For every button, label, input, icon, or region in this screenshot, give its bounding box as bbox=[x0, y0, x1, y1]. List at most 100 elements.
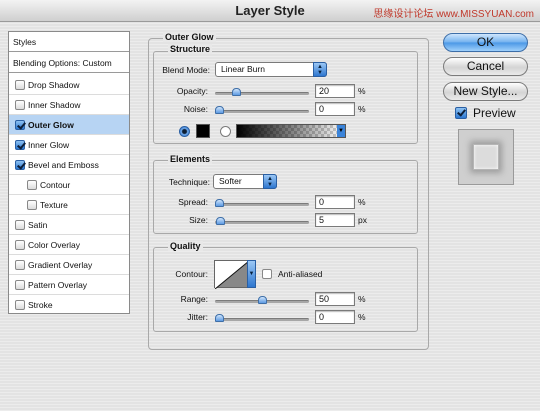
title-bar: Layer Style 思缘设计论坛 www.MISSYUAN.com bbox=[0, 0, 540, 22]
new-style-button[interactable]: New Style... bbox=[443, 82, 528, 101]
contour-picker[interactable]: ▼ bbox=[214, 260, 256, 290]
updown-arrows-icon: ▲ ▼ bbox=[263, 174, 277, 189]
style-item-satin[interactable]: Satin bbox=[9, 215, 129, 235]
styles-header[interactable]: Styles bbox=[9, 32, 129, 52]
solid-color-radio[interactable] bbox=[179, 126, 190, 137]
style-item-label: Outer Glow bbox=[28, 120, 74, 130]
style-item-pattern-overlay[interactable]: Pattern Overlay bbox=[9, 275, 129, 295]
opacity-input[interactable]: 20 bbox=[315, 84, 355, 98]
style-preview-thumbnail bbox=[458, 129, 514, 185]
texture-checkbox[interactable] bbox=[27, 200, 37, 210]
ok-button[interactable]: OK bbox=[443, 33, 528, 52]
technique-value: Softer bbox=[219, 176, 242, 186]
contour-checkbox[interactable] bbox=[27, 180, 37, 190]
opacity-unit: % bbox=[358, 86, 366, 96]
opacity-slider-thumb[interactable] bbox=[232, 88, 241, 96]
drop-shadow-checkbox[interactable] bbox=[15, 80, 25, 90]
opacity-label: Opacity: bbox=[176, 86, 208, 96]
blending-options-item[interactable]: Blending Options: Custom bbox=[9, 53, 129, 73]
spread-unit: % bbox=[358, 197, 366, 207]
style-item-bevel-emboss[interactable]: Bevel and Emboss bbox=[9, 155, 129, 175]
quality-title: Quality bbox=[168, 241, 203, 251]
inner-shadow-checkbox[interactable] bbox=[15, 100, 25, 110]
spread-slider-thumb[interactable] bbox=[215, 199, 224, 207]
style-item-label: Pattern Overlay bbox=[28, 280, 88, 290]
gradient-overlay-checkbox[interactable] bbox=[15, 260, 25, 270]
blend-mode-label: Blend Mode: bbox=[162, 65, 210, 75]
preview-swatch bbox=[473, 144, 499, 170]
jitter-input[interactable]: 0 bbox=[315, 310, 355, 324]
watermark-text: 思缘设计论坛 www.MISSYUAN.com bbox=[373, 9, 534, 20]
style-item-gradient-overlay[interactable]: Gradient Overlay bbox=[9, 255, 129, 275]
style-item-label: Gradient Overlay bbox=[28, 260, 93, 270]
bevel-emboss-checkbox[interactable] bbox=[15, 160, 25, 170]
satin-checkbox[interactable] bbox=[15, 220, 25, 230]
size-slider-thumb[interactable] bbox=[216, 217, 225, 225]
contour-label: Contour: bbox=[175, 269, 208, 279]
style-item-label: Satin bbox=[28, 220, 48, 230]
technique-label: Technique: bbox=[168, 177, 210, 187]
size-label: Size: bbox=[189, 215, 208, 225]
style-item-label: Stroke bbox=[28, 300, 53, 310]
anti-aliased-checkbox[interactable] bbox=[262, 269, 272, 279]
blending-options-label: Blending Options: Custom bbox=[13, 58, 112, 68]
dropdown-arrow-icon: ▼ bbox=[247, 260, 256, 288]
range-input[interactable]: 50 bbox=[315, 292, 355, 306]
style-item-label: Contour bbox=[40, 180, 71, 190]
style-item-label: Drop Shadow bbox=[28, 80, 80, 90]
jitter-slider-thumb[interactable] bbox=[215, 314, 224, 322]
noise-unit: % bbox=[358, 104, 366, 114]
style-item-texture[interactable]: Texture bbox=[9, 195, 129, 215]
glow-color-swatch[interactable] bbox=[196, 124, 210, 138]
style-item-label: Inner Shadow bbox=[28, 100, 81, 110]
style-item-stroke[interactable]: Stroke bbox=[9, 295, 129, 315]
preview-toggle[interactable]: Preview bbox=[455, 106, 516, 120]
preview-label: Preview bbox=[473, 106, 516, 120]
blend-mode-value: Linear Burn bbox=[221, 64, 265, 74]
spread-label: Spread: bbox=[178, 197, 208, 207]
style-item-inner-shadow[interactable]: Inner Shadow bbox=[9, 95, 129, 115]
jitter-slider-track[interactable] bbox=[215, 318, 309, 321]
noise-input[interactable]: 0 bbox=[315, 102, 355, 116]
size-input[interactable]: 5 bbox=[315, 213, 355, 227]
stroke-checkbox[interactable] bbox=[15, 300, 25, 310]
style-item-inner-glow[interactable]: Inner Glow bbox=[9, 135, 129, 155]
technique-select[interactable]: Softer ▲ ▼ bbox=[213, 174, 277, 189]
updown-arrows-icon: ▲ ▼ bbox=[313, 62, 327, 77]
jitter-unit: % bbox=[358, 312, 366, 322]
pattern-overlay-checkbox[interactable] bbox=[15, 280, 25, 290]
size-slider-track[interactable] bbox=[215, 221, 309, 224]
contour-curve-icon bbox=[214, 260, 250, 290]
style-item-label: Inner Glow bbox=[28, 140, 70, 150]
style-item-contour[interactable]: Contour bbox=[9, 175, 129, 195]
range-unit: % bbox=[358, 294, 366, 304]
glow-gradient-picker[interactable]: ▼ bbox=[236, 124, 346, 138]
style-item-drop-shadow[interactable]: Drop Shadow bbox=[9, 75, 129, 95]
outer-glow-checkbox[interactable] bbox=[15, 120, 25, 130]
noise-slider-thumb[interactable] bbox=[215, 106, 224, 114]
anti-aliased-label: Anti-aliased bbox=[278, 269, 323, 279]
spread-slider-track[interactable] bbox=[215, 203, 309, 206]
preview-checkbox[interactable] bbox=[455, 107, 467, 119]
noise-label: Noise: bbox=[183, 104, 208, 114]
gradient-radio[interactable] bbox=[220, 126, 231, 137]
cancel-button[interactable]: Cancel bbox=[443, 57, 528, 76]
styles-header-label: Styles bbox=[13, 37, 37, 47]
jitter-label: Jitter: bbox=[187, 312, 208, 322]
style-item-color-overlay[interactable]: Color Overlay bbox=[9, 235, 129, 255]
window-title: Layer Style bbox=[235, 3, 305, 18]
inner-glow-checkbox[interactable] bbox=[15, 140, 25, 150]
style-item-outer-glow[interactable]: Outer Glow bbox=[9, 115, 129, 135]
noise-slider-track[interactable] bbox=[215, 110, 309, 113]
blend-mode-select[interactable]: Linear Burn ▲ ▼ bbox=[215, 62, 327, 77]
opacity-slider-track[interactable] bbox=[215, 92, 309, 95]
styles-list: Styles Blending Options: Custom Drop Sha… bbox=[8, 31, 130, 314]
range-label: Range: bbox=[180, 294, 208, 304]
size-unit: px bbox=[358, 215, 367, 225]
range-slider-thumb[interactable] bbox=[257, 296, 267, 304]
style-item-label: Texture bbox=[40, 200, 68, 210]
color-overlay-checkbox[interactable] bbox=[15, 240, 25, 250]
dropdown-arrow-icon: ▼ bbox=[337, 125, 345, 137]
outer-glow-title: Outer Glow bbox=[163, 32, 216, 42]
spread-input[interactable]: 0 bbox=[315, 195, 355, 209]
